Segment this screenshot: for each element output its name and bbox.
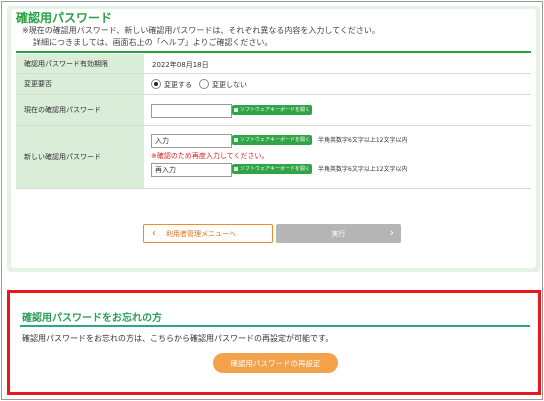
row-current-password: 現在の確認用パスワード ソフトウェアキーボードを開く [16, 95, 531, 126]
confirm-software-keyboard-button[interactable]: ソフトウェアキーボードを開く [232, 164, 312, 174]
execute-button-label: 実行 [331, 229, 346, 238]
execute-button[interactable]: 実行 › [276, 224, 401, 243]
row-new-password: 新しい確認用パスワード 入力 ソフトウェアキーボードを開く 半角英数字6文字以上… [16, 126, 531, 189]
change-label: 変更要否 [16, 74, 144, 94]
expiry-label: 確認用パスワード有効期限 [16, 54, 144, 73]
password-form-table: 確認用パスワード有効期限 2022年08月18日 変更要否 変更する 変更しない… [16, 54, 531, 189]
chevron-right-icon: › [389, 226, 394, 239]
new-password-label: 新しい確認用パスワード [16, 126, 144, 188]
confirm-password-hint: 半角英数字6文字以上12文字以内 [318, 166, 408, 173]
confirm-note: ※確認のため再度入力してください。 [151, 152, 269, 160]
radio-change-no[interactable] [199, 79, 209, 89]
new-software-keyboard-button[interactable]: ソフトウェアキーボードを開く [232, 135, 312, 145]
forgot-password-section: 確認用パスワードをお忘れの方 確認用パスワードをお忘れの方は、こちらから確認用パ… [7, 290, 541, 395]
radio-change-yes[interactable] [151, 79, 161, 89]
new-password-hint: 半角英数字6文字以上12文字以内 [318, 137, 408, 144]
confirm-password-input[interactable]: 再入力 [151, 163, 232, 177]
radio-change-no-label: 変更しない [212, 81, 247, 89]
row-expiry: 確認用パスワード有効期限 2022年08月18日 [16, 54, 531, 74]
back-to-user-menu-button[interactable]: ‹ 利用者管理メニューへ [143, 224, 273, 243]
expiry-value: 2022年08月18日 [152, 61, 209, 69]
current-software-keyboard-button[interactable]: ソフトウェアキーボードを開く [232, 105, 312, 115]
current-password-input[interactable] [151, 104, 232, 118]
row-change: 変更要否 変更する 変更しない [16, 74, 531, 95]
radio-change-yes-label: 変更する [164, 81, 192, 89]
reset-password-button[interactable]: 確認用パスワードの再設定 [213, 353, 338, 373]
forgot-divider [20, 325, 530, 327]
note-line-2: 詳細につきましては、画面右上の「ヘルプ」よりご確認ください。 [33, 38, 273, 47]
current-password-label: 現在の確認用パスワード [16, 95, 144, 125]
forgot-title: 確認用パスワードをお忘れの方 [22, 313, 162, 324]
note-line-1: ※現在の確認用パスワード、新しい確認用パスワードは、それぞれ異なる内容を入力して… [22, 26, 380, 35]
back-button-label: 利用者管理メニューへ [166, 229, 236, 238]
forgot-text: 確認用パスワードをお忘れの方は、こちらから確認用パスワードの再設定が可能です。 [22, 334, 334, 343]
title-divider [16, 51, 531, 53]
page-frame: 確認用パスワード ※現在の確認用パスワード、新しい確認用パスワードは、それぞれ異… [1, 1, 543, 400]
chevron-left-icon: ‹ [152, 228, 156, 239]
new-password-input[interactable]: 入力 [151, 134, 232, 148]
page-title: 確認用パスワード [16, 11, 113, 25]
